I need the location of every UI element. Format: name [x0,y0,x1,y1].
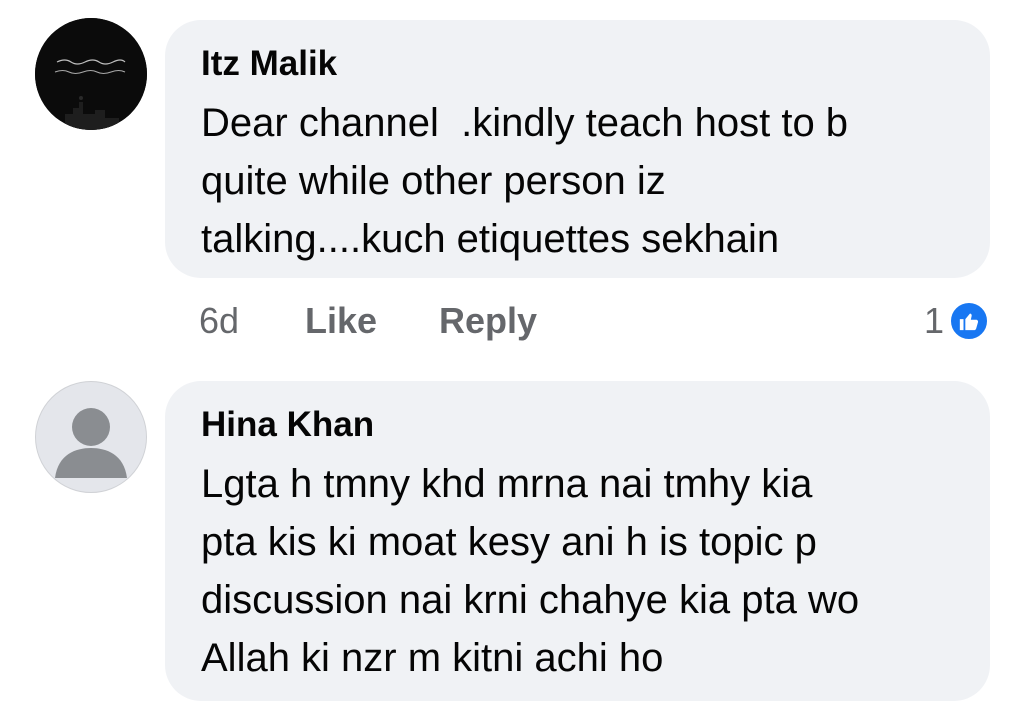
like-button[interactable]: Like [305,300,377,342]
avatar[interactable] [35,381,147,493]
urdu-poetry-avatar-icon [35,18,147,130]
comment-author[interactable]: Hina Khan [201,405,954,445]
reply-button[interactable]: Reply [439,300,537,342]
comment-actions: 6d Like Reply 1 [199,300,990,344]
default-profile-icon [55,408,127,478]
reaction-count: 1 [923,300,944,341]
reaction-summary[interactable]: 1 [924,300,990,342]
comment-text: Dear channel .kindly teach host to b qui… [201,101,849,261]
comment-text: Lgta h tmny khd mrna nai tmhy kia pta ki… [201,462,860,680]
thumbs-up-icon [948,300,990,342]
comment-bubble: Itz Malik Dear channel .kindly teach hos… [165,20,990,278]
comment-timestamp[interactable]: 6d [199,300,239,342]
comment-author[interactable]: Itz Malik [201,44,954,84]
comment-bubble: Hina Khan Lgta h tmny khd mrna nai tmhy … [165,381,990,701]
avatar[interactable] [35,18,147,130]
